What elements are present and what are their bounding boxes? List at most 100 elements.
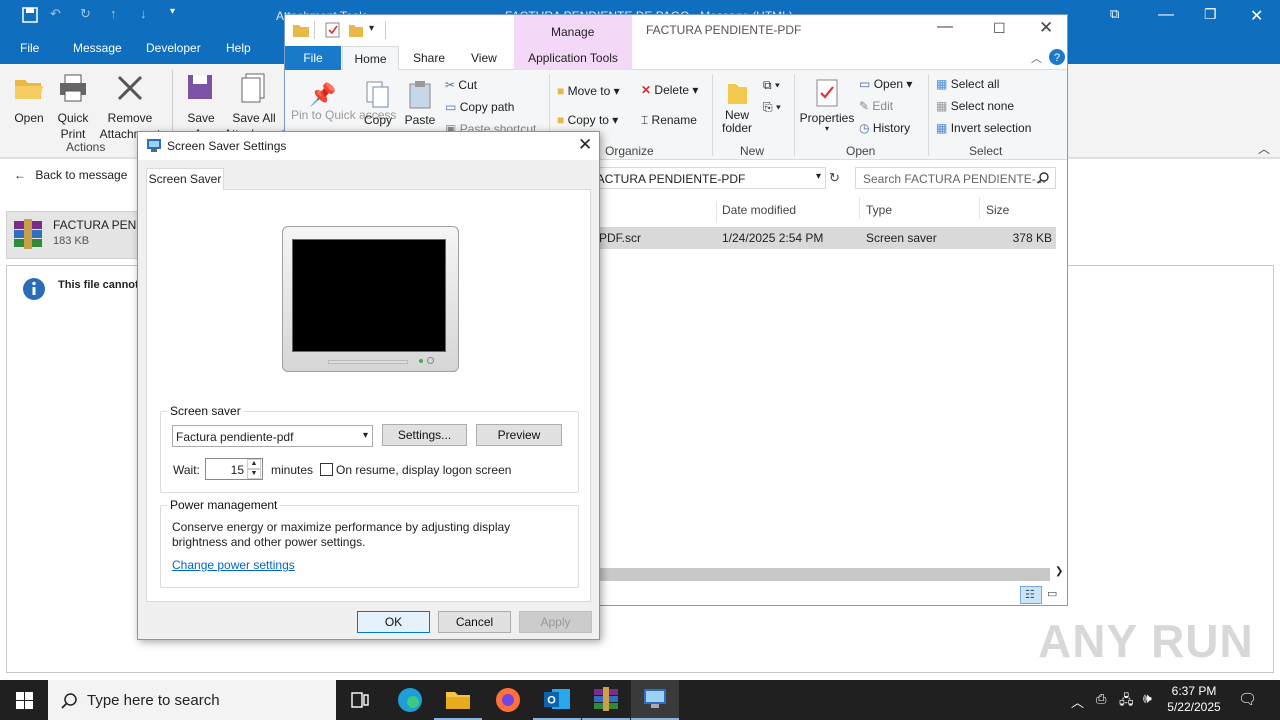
tab-panel: Screen saver Factura pendiente-pdf ▾ Set… [146,189,591,602]
minimize-button[interactable]: — [937,18,953,36]
settings-button[interactable]: Settings... [382,424,467,446]
open-button[interactable]: Open [8,72,50,126]
file-explorer-app[interactable] [434,680,482,720]
notifications-icon[interactable]: 🗨 [1238,690,1257,708]
address-dropdown-icon[interactable]: ▾ [816,171,821,182]
explorer-title: FACTURA PENDIENTE-PDF [646,23,802,37]
wait-minutes-input[interactable]: 15 ▲ ▼ [205,458,263,480]
select-none-button[interactable]: ▦ Select none [936,99,1014,113]
spin-up-icon[interactable]: ▲ [247,459,261,469]
undo-icon[interactable]: ↶ [50,6,61,22]
col-date-modified[interactable]: Date modified [722,203,796,217]
monitor-icon [644,689,666,708]
horizontal-scrollbar[interactable] [585,568,1050,581]
dialog-titlebar: Screen Saver Settings ✕ [138,132,599,160]
save-icon[interactable] [22,7,38,26]
history-button[interactable]: ◷ History [859,121,910,135]
pin-quick-access-button[interactable]: 📌 Pin to Quick access [291,82,396,122]
tab-share[interactable]: Share [413,51,445,65]
ok-button[interactable]: OK [357,611,430,633]
large-icons-view-icon[interactable]: ▭ [1047,587,1057,600]
rename-button[interactable]: ⌶ Rename [641,113,697,128]
down-arrow-icon[interactable]: ↓ [140,6,147,21]
maximize-button[interactable]: ❐ [1204,6,1217,23]
screen-saver-select[interactable]: Factura pendiente-pdf ▾ [172,425,373,447]
network-icon[interactable]: 🖧 [1119,691,1134,713]
close-button[interactable]: ✕ [1039,18,1053,38]
tab-screen-saver[interactable]: Screen Saver [146,168,224,190]
save-as-icon [188,75,212,99]
taskbar-search[interactable]: Type here to search [48,680,336,720]
col-type[interactable]: Type [866,203,892,217]
cut-button[interactable]: ✂ Cut [445,78,477,92]
clock[interactable]: 6:37 PM 5/22/2025 [1164,683,1224,715]
show-hidden-icons[interactable]: ︿ [1071,692,1084,711]
tab-file[interactable]: File [20,41,39,55]
start-button[interactable] [0,680,48,720]
quick-print-button[interactable]: Quick Print [52,72,94,142]
tab-view[interactable]: View [471,51,497,65]
firefox-app[interactable] [484,680,532,720]
new-item-icon[interactable]: ⧉ ▾ [763,78,780,93]
delete-button[interactable]: ✕ Delete ▾ [641,83,698,97]
move-to-button[interactable]: ■ Move to ▾ [557,84,620,98]
open-button[interactable]: ▭ Open ▾ [859,77,912,91]
new-folder-button[interactable]: New folder [719,78,755,135]
spin-down-icon[interactable]: ▼ [247,469,261,479]
close-button[interactable]: ✕ [578,135,592,155]
paste-button[interactable]: Paste [401,80,439,127]
customize-qat-icon[interactable]: ▾ [369,23,374,34]
help-icon[interactable]: ? [1049,49,1065,65]
copy-button[interactable]: Copy [361,80,395,127]
easy-access-icon[interactable]: ⎘ ▾ [763,100,781,115]
back-to-message-link[interactable]: ← Back to message [14,168,127,182]
winrar-app[interactable] [582,680,630,720]
collapse-ribbon-icon[interactable]: ︿ [1031,50,1042,66]
tab-home[interactable]: Home [342,46,399,71]
customize-qat-icon[interactable]: ▾ [170,6,175,17]
maximize-button[interactable]: ☐ [993,20,1006,37]
power-group-label: Power management [170,498,278,512]
cancel-button[interactable]: Cancel [438,611,511,633]
attachment-size: 183 KB [53,235,90,247]
select-all-button[interactable]: ▦ Select all [936,77,999,91]
preview-button[interactable]: Preview [476,424,562,446]
copy-to-button[interactable]: ■ Copy to ▾ [557,113,618,127]
invert-selection-button[interactable]: ▦ Invert selection [936,121,1031,135]
tab-file[interactable]: File [285,46,341,70]
volume-icon[interactable]: 🕪 [1143,690,1152,707]
address-bar[interactable]: FACTURA PENDIENTE-PDF ▾ [585,167,826,189]
minimize-button[interactable]: — [1158,6,1174,24]
redo-icon[interactable]: ↻ [80,6,91,22]
up-arrow-icon[interactable]: ↑ [110,6,117,21]
col-size[interactable]: Size [986,203,1009,217]
close-button[interactable]: ✕ [1250,6,1263,26]
logon-checkbox-label[interactable]: On resume, display logon screen [336,463,511,477]
outlook-app[interactable]: O [533,680,581,720]
actions-group-label: Actions [66,140,106,154]
refresh-icon[interactable]: ↻ [829,170,840,186]
apply-button[interactable]: Apply [519,611,592,633]
tab-developer[interactable]: Developer [146,41,201,55]
collapse-ribbon-icon[interactable]: ︿ [1258,140,1270,157]
task-view-button[interactable] [336,680,384,720]
device-icon[interactable]: ⎙ [1096,691,1106,707]
edge-app[interactable] [386,680,434,720]
new-folder-qat-icon[interactable] [349,23,363,37]
screen-saver-app[interactable] [631,680,679,720]
properties-button[interactable]: Properties ▾ [799,78,855,133]
details-view-button[interactable]: ☷ [1020,586,1042,604]
properties-qat-icon[interactable] [325,22,340,38]
scroll-right-arrow[interactable]: ❯ [1055,566,1063,577]
file-row[interactable]: PDF.scr 1/24/2025 2:54 PM Screen saver 3… [585,227,1056,249]
change-power-settings-link[interactable]: Change power settings [172,558,295,572]
manage-tab[interactable]: Manage [514,15,632,46]
edit-button[interactable]: ✎ Edit [859,99,893,113]
ribbon-display-icon[interactable]: ⧉ [1110,6,1119,22]
tab-message[interactable]: Message [73,41,122,55]
copy-path-button[interactable]: ▭ Copy path [445,100,514,114]
tab-application-tools[interactable]: Application Tools [514,46,632,70]
search-input[interactable]: Search FACTURA PENDIENTE-... [855,167,1056,189]
tab-help[interactable]: Help [226,41,251,55]
logon-checkbox[interactable] [320,463,333,476]
